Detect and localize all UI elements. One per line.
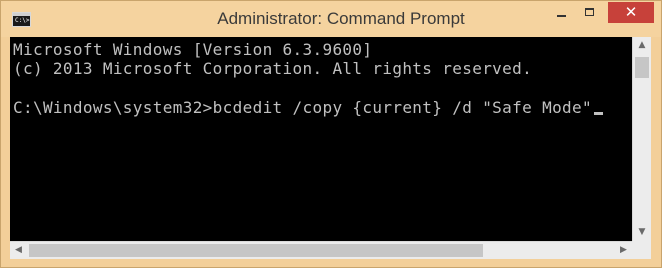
scroll-up-icon[interactable]: ▲ bbox=[633, 37, 651, 54]
maximize-button[interactable] bbox=[577, 3, 604, 23]
vertical-scroll-thumb[interactable] bbox=[635, 57, 649, 78]
maximize-icon bbox=[585, 8, 594, 16]
horizontal-scrollbar[interactable]: ◀ ▶ bbox=[10, 241, 632, 259]
console-command-line[interactable]: C:\Windows\system32>bcdedit /copy {curre… bbox=[13, 98, 604, 117]
scroll-right-icon[interactable]: ▶ bbox=[615, 242, 632, 259]
minimize-icon bbox=[557, 15, 566, 17]
minimize-button[interactable] bbox=[548, 3, 575, 23]
close-icon: ✕ bbox=[624, 3, 638, 21]
console-line: (c) 2013 Microsoft Corporation. All righ… bbox=[13, 59, 533, 78]
text-cursor bbox=[594, 112, 604, 115]
close-button[interactable]: ✕ bbox=[608, 2, 654, 23]
resize-grip[interactable] bbox=[632, 241, 651, 259]
command-text: C:\Windows\system32>bcdedit /copy {curre… bbox=[13, 98, 593, 117]
command-prompt-window: C:\> Administrator: Command Prompt ✕ Mic… bbox=[0, 0, 662, 268]
horizontal-scroll-thumb[interactable] bbox=[29, 244, 483, 257]
scroll-left-icon[interactable]: ◀ bbox=[10, 242, 27, 259]
console-line: Microsoft Windows [Version 6.3.9600] bbox=[13, 40, 373, 59]
vertical-scrollbar[interactable]: ▲ ▼ bbox=[632, 37, 651, 241]
scroll-down-icon[interactable]: ▼ bbox=[633, 224, 651, 241]
title-bar[interactable]: C:\> Administrator: Command Prompt ✕ bbox=[1, 1, 661, 37]
console-output[interactable]: Microsoft Windows [Version 6.3.9600] (c)… bbox=[10, 37, 632, 241]
